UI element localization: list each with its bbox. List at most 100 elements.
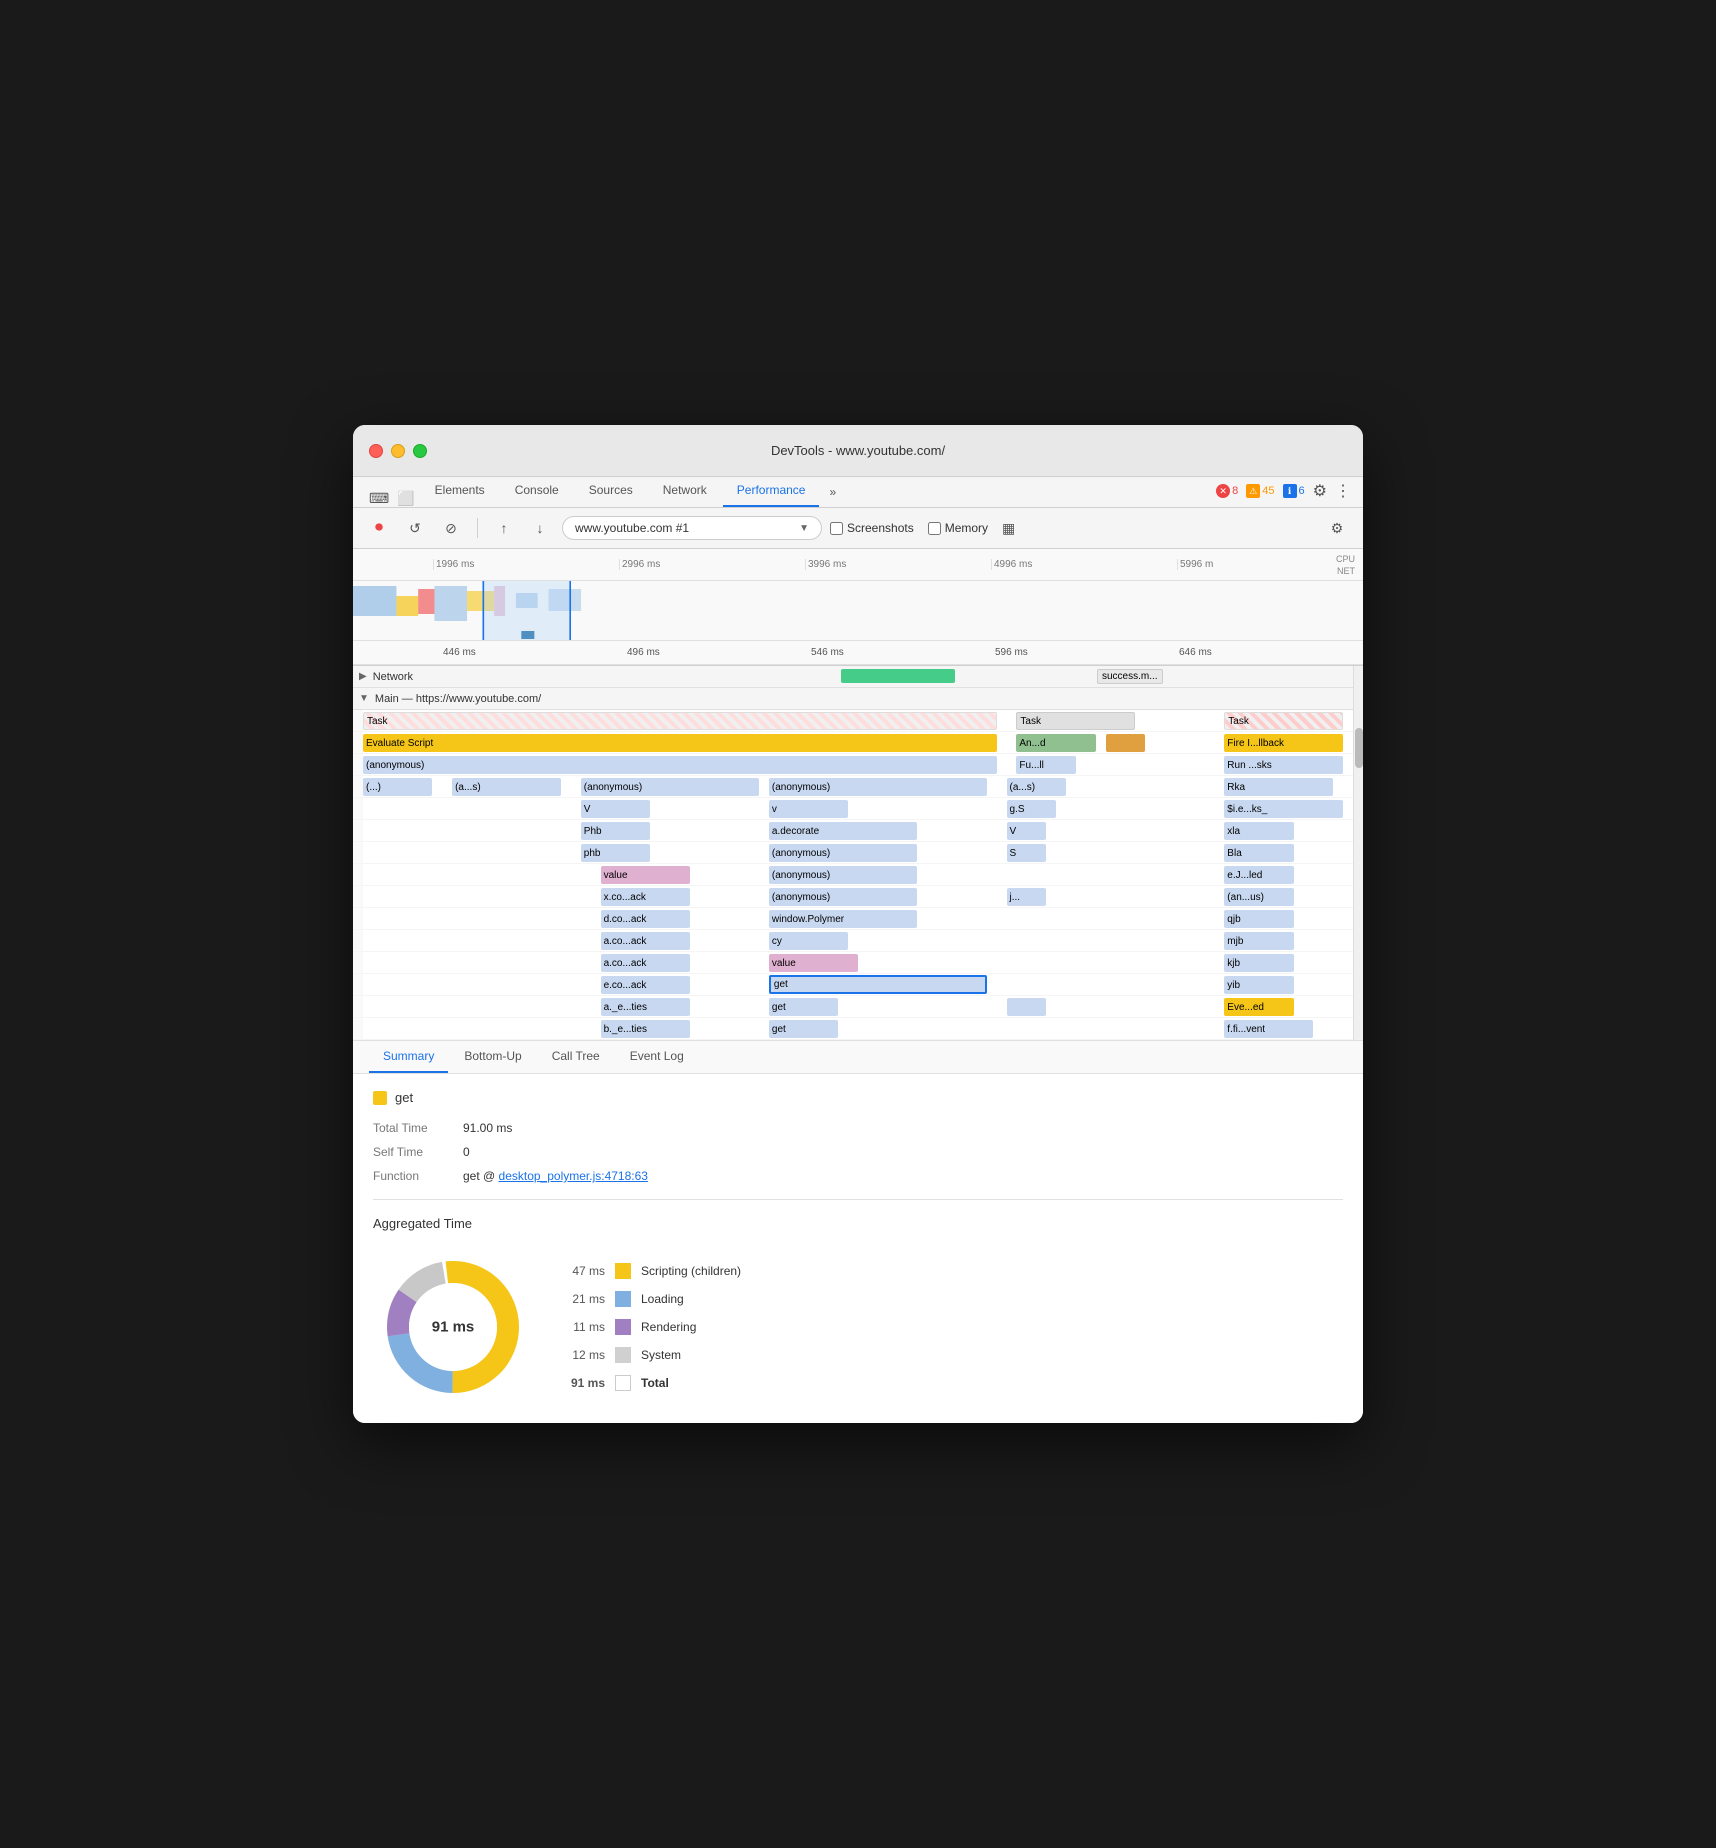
screenshots-checkbox[interactable]: Screenshots (830, 521, 914, 535)
row8-bar-2[interactable]: (anonymous) (769, 866, 918, 884)
row12-bar-2[interactable]: value (769, 954, 858, 972)
row10-bar-3[interactable]: qjb (1224, 910, 1293, 928)
function-header: get (373, 1090, 1343, 1105)
row4-bar-5[interactable]: (a...s) (1007, 778, 1066, 796)
clear-button[interactable]: ⊘ (437, 514, 465, 542)
more-tabs-button[interactable]: » (821, 479, 844, 507)
tab-bottom-up[interactable]: Bottom-Up (450, 1041, 535, 1073)
row4-bar-6[interactable]: Rka (1224, 778, 1333, 796)
anon-bar-2[interactable]: Fu...ll (1016, 756, 1075, 774)
screenshots-input[interactable] (830, 522, 843, 535)
row9-bar-1[interactable]: x.co...ack (601, 888, 690, 906)
tab-performance[interactable]: Performance (723, 477, 820, 507)
row7-bar-4[interactable]: Bla (1224, 844, 1293, 862)
function-link[interactable]: desktop_polymer.js:4718:63 (499, 1169, 648, 1183)
network-collapse-icon[interactable]: ▶ (353, 671, 373, 682)
get-bar-selected[interactable]: get (769, 975, 987, 994)
row15-track: b._e...ties get f.fi...vent (363, 1018, 1353, 1039)
tab-event-log[interactable]: Event Log (616, 1041, 698, 1073)
row13-bar-3[interactable]: yib (1224, 976, 1293, 994)
row7-bar-1[interactable]: phb (581, 844, 650, 862)
main-section: ▼ Main — https://www.youtube.com/ (353, 688, 1363, 710)
flame-row-get: e.co...ack get yib (353, 974, 1363, 996)
row8-bar-3[interactable]: e.J...led (1224, 866, 1293, 884)
evaluate-bar-mini[interactable] (1106, 734, 1146, 752)
row7-bar-3[interactable]: S (1007, 844, 1047, 862)
flame-row-9: x.co...ack (anonymous) j... (an...us) (353, 886, 1363, 908)
row14-bar-1[interactable]: a._e...ties (601, 998, 690, 1016)
main-expand-icon[interactable]: ▼ (353, 693, 375, 704)
row14-bar-3[interactable]: Eve...ed (1224, 998, 1293, 1016)
row5-bar-2[interactable]: v (769, 800, 848, 818)
task-bar-3[interactable]: Task (1224, 712, 1343, 730)
url-input[interactable]: www.youtube.com #1 ▼ (562, 516, 822, 540)
row10-bar-1[interactable]: d.co...ack (601, 910, 690, 928)
evaluate-bar-3[interactable]: Fire I...llback (1224, 734, 1343, 752)
url-dropdown-icon[interactable]: ▼ (799, 523, 809, 534)
row15-bar-2[interactable]: get (769, 1020, 838, 1038)
tab-call-tree[interactable]: Call Tree (538, 1041, 614, 1073)
row4-track: (...) (a...s) (anonymous) (anonymous) (a… (363, 776, 1353, 797)
row5-bar-1[interactable]: V (581, 800, 650, 818)
row9-bar-3[interactable]: j... (1007, 888, 1047, 906)
row5-bar-3[interactable]: g.S (1007, 800, 1057, 818)
maximize-button[interactable] (413, 444, 427, 458)
row4-bar-4[interactable]: (anonymous) (769, 778, 987, 796)
row6-bar-3[interactable]: V (1007, 822, 1047, 840)
row9-bar-2[interactable]: (anonymous) (769, 888, 918, 906)
row4-bar-2[interactable]: (a...s) (452, 778, 561, 796)
anon-bar-1[interactable]: (anonymous) (363, 756, 997, 774)
tab-network[interactable]: Network (649, 477, 721, 507)
perf-settings-icon[interactable]: ⚙ (1323, 514, 1351, 542)
responsive-icon[interactable]: ⬜ (397, 490, 414, 507)
separator-1 (477, 518, 478, 538)
loading-value: 21 ms (565, 1292, 605, 1306)
settings-icon[interactable]: ⚙ (1313, 481, 1327, 501)
task-bar-2[interactable]: Task (1016, 712, 1135, 730)
row8-bar-1[interactable]: value (601, 866, 690, 884)
row12-bar-3[interactable]: kjb (1224, 954, 1293, 972)
row9-bar-4[interactable]: (an...us) (1224, 888, 1293, 906)
more-menu-icon[interactable]: ⋮ (1335, 481, 1351, 501)
reload-button[interactable]: ↺ (401, 514, 429, 542)
row13-bar-1[interactable]: e.co...ack (601, 976, 690, 994)
row11-bar-1[interactable]: a.co...ack (601, 932, 690, 950)
row6-bar-2[interactable]: a.decorate (769, 822, 918, 840)
scrollbar-thumb[interactable] (1355, 728, 1363, 768)
row14-bar-2[interactable]: get (769, 998, 838, 1016)
upload-button[interactable]: ↑ (490, 514, 518, 542)
tab-elements[interactable]: Elements (421, 477, 499, 507)
row7-bar-2[interactable]: (anonymous) (769, 844, 918, 862)
network-bar-green[interactable] (841, 669, 955, 683)
row6-bar-1[interactable]: Phb (581, 822, 650, 840)
anon-bar-3[interactable]: Run ...sks (1224, 756, 1343, 774)
memory-checkbox[interactable]: Memory (928, 521, 988, 535)
minimize-button[interactable] (391, 444, 405, 458)
task-bar-1[interactable]: Task (363, 712, 997, 730)
tab-summary[interactable]: Summary (369, 1041, 448, 1073)
row15-bar-1[interactable]: b._e...ties (601, 1020, 690, 1038)
evaluate-bar-1[interactable]: Evaluate Script (363, 734, 997, 752)
row5-bar-4[interactable]: $i.e...ks_ (1224, 800, 1343, 818)
row4-bar-3[interactable]: (anonymous) (581, 778, 759, 796)
row15-bar-3[interactable]: f.fi...vent (1224, 1020, 1313, 1038)
memory-input[interactable] (928, 522, 941, 535)
close-button[interactable] (369, 444, 383, 458)
cursor-icon[interactable]: ⌨ (369, 490, 389, 507)
evaluate-bar-2[interactable]: An...d (1016, 734, 1095, 752)
overview-chart[interactable] (353, 581, 1363, 641)
row11-bar-2[interactable]: cy (769, 932, 848, 950)
tab-console[interactable]: Console (501, 477, 573, 507)
row6-bar-4[interactable]: xla (1224, 822, 1293, 840)
download-button[interactable]: ↓ (526, 514, 554, 542)
vertical-scrollbar[interactable] (1353, 666, 1363, 1040)
row10-bar-2[interactable]: window.Polymer (769, 910, 918, 928)
tab-sources[interactable]: Sources (575, 477, 647, 507)
row11-bar-3[interactable]: mjb (1224, 932, 1293, 950)
record-button[interactable]: ⏺ (365, 514, 393, 542)
row14-bar-mid[interactable] (1007, 998, 1047, 1016)
summary-content: get Total Time 91.00 ms Self Time 0 Func… (353, 1074, 1363, 1423)
ruler-mark-4: 4996 ms (991, 559, 1177, 570)
row4-bar-1[interactable]: (...) (363, 778, 432, 796)
row12-bar-1[interactable]: a.co...ack (601, 954, 690, 972)
